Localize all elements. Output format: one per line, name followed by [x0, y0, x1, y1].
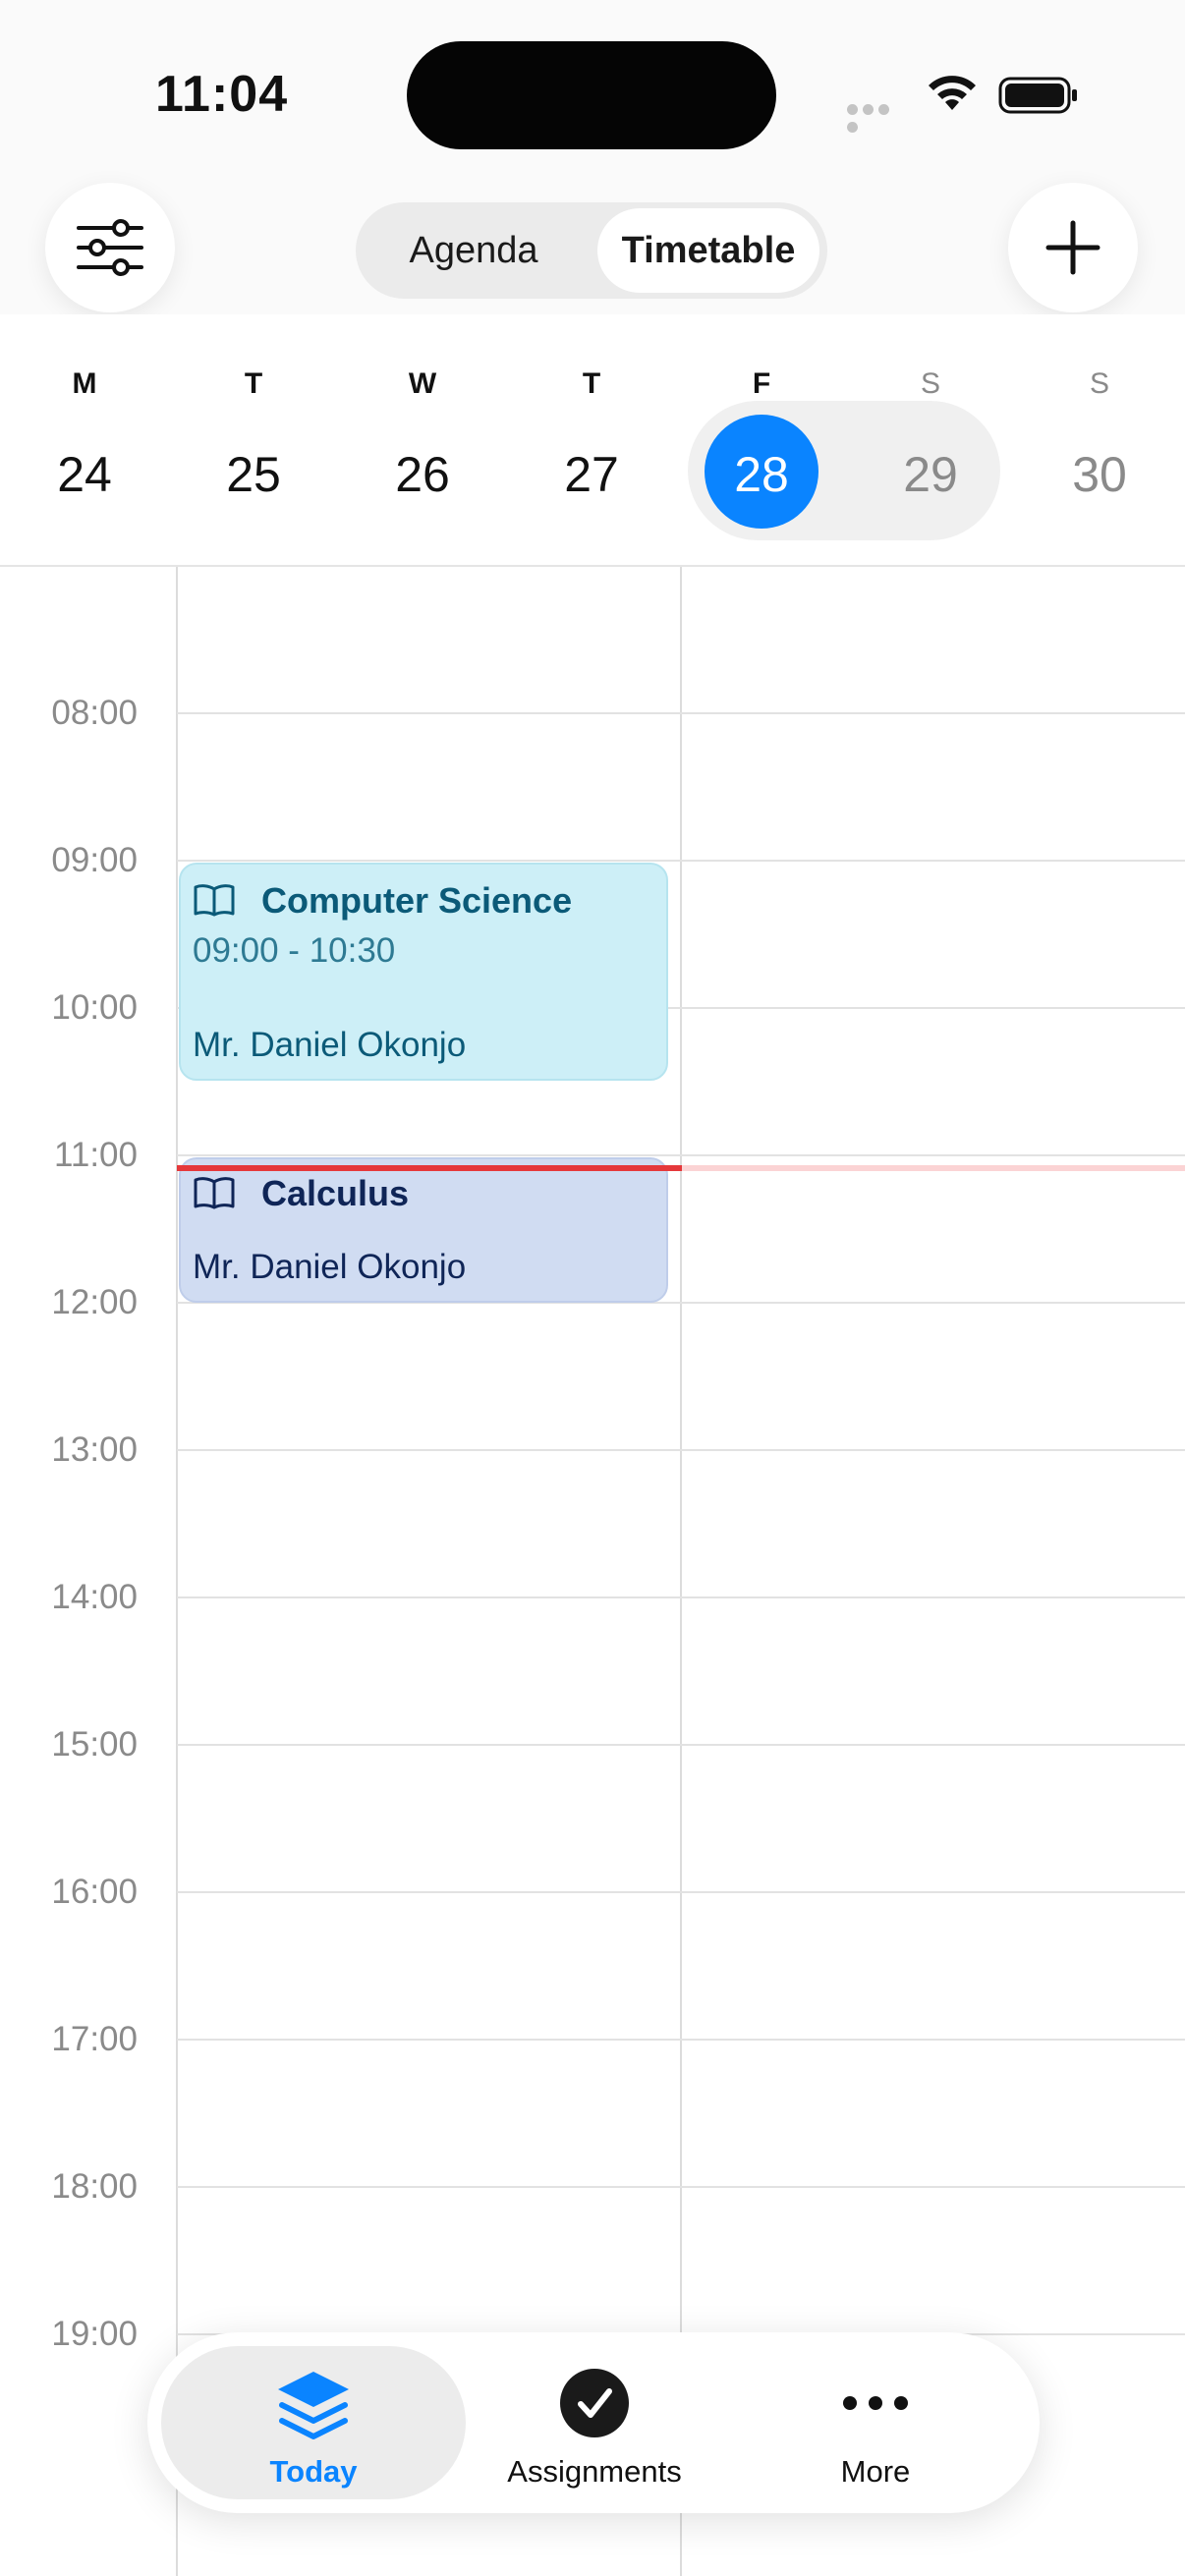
hour-label: 11:00 [54, 1136, 138, 1174]
tab-assignments[interactable]: Assignments [442, 2346, 747, 2499]
hour-label: 14:00 [51, 1578, 138, 1616]
current-time-line [177, 1165, 682, 1171]
event-computer-science[interactable]: Computer Science 09:00 - 10:30 Mr. Danie… [179, 863, 668, 1081]
tab-assignments-label: Assignments [507, 2454, 682, 2489]
event-calculus[interactable]: Calculus Mr. Daniel Okonjo [179, 1157, 668, 1303]
tab-more[interactable]: More [723, 2346, 1028, 2499]
day-letter: F [752, 367, 771, 400]
wifi-icon [929, 76, 976, 110]
tab-agenda[interactable]: Agenda [364, 208, 584, 293]
day-wednesday[interactable]: W 26 [338, 314, 507, 531]
status-time: 11:04 [155, 66, 289, 123]
book-icon [194, 884, 235, 917]
checkmark-circle-icon [560, 2369, 629, 2437]
hour-line [177, 2186, 1185, 2188]
event-time: 09:00 - 10:30 [193, 931, 396, 970]
hour-label: 10:00 [51, 988, 138, 1027]
hour-line [177, 1154, 1185, 1156]
tab-today[interactable]: Today [161, 2346, 466, 2499]
hour-label: 16:00 [51, 1873, 138, 1911]
filter-button[interactable] [45, 183, 175, 312]
hour-line [177, 1744, 1185, 1746]
add-button[interactable] [1008, 183, 1138, 312]
day-number: 29 [903, 447, 958, 502]
hour-line [177, 1449, 1185, 1451]
hour-label: 13:00 [51, 1430, 138, 1469]
book-icon [194, 1177, 235, 1209]
sliders-icon [77, 219, 143, 276]
current-time-line-extension [682, 1165, 1185, 1171]
day-letter: W [408, 367, 437, 400]
event-teacher: Mr. Daniel Okonjo [193, 1026, 467, 1064]
week-days: M 24 T 25 W 26 T 27 F 28 S 29 S 30 [0, 314, 1185, 566]
day-thursday[interactable]: T 27 [507, 314, 676, 531]
tab-more-label: More [840, 2454, 911, 2489]
day-number: 24 [57, 447, 112, 502]
event-title: Computer Science [261, 880, 573, 921]
hour-label: 15:00 [51, 1725, 138, 1764]
hour-line [177, 1596, 1185, 1598]
day-number: 26 [395, 447, 450, 502]
cellular-signal-icon [847, 102, 908, 133]
day-letter: S [920, 367, 940, 400]
stack-icon [278, 2372, 349, 2439]
battery-icon [998, 77, 1077, 114]
day-letter: M [72, 367, 97, 400]
day-number: 25 [226, 447, 281, 502]
day-tuesday[interactable]: T 25 [169, 314, 338, 531]
tab-timetable[interactable]: Timetable [597, 208, 819, 293]
event-title: Calculus [261, 1173, 410, 1213]
day-letter: T [582, 367, 601, 400]
hour-label: 12:00 [51, 1283, 138, 1321]
tab-today-label: Today [269, 2454, 358, 2489]
plus-icon [1045, 220, 1100, 275]
hour-line [177, 2039, 1185, 2041]
day-letter: T [244, 367, 263, 400]
day-sunday[interactable]: S 30 [1015, 314, 1184, 531]
dynamic-island [407, 41, 776, 149]
hour-line [177, 860, 1185, 862]
day-number: 27 [564, 447, 619, 502]
day-letter: S [1089, 367, 1109, 400]
day-saturday[interactable]: S 29 [846, 314, 1015, 531]
day-monday[interactable]: M 24 [0, 314, 169, 531]
hour-label: 09:00 [51, 841, 138, 879]
hour-label: 19:00 [51, 2315, 138, 2353]
hour-line [177, 1891, 1185, 1893]
day-column-divider [680, 567, 682, 2576]
time-axis-divider [176, 567, 178, 2576]
hour-label: 18:00 [51, 2167, 138, 2206]
more-dots-icon [843, 2396, 908, 2410]
tab-bar: Today Assignments More [147, 2332, 1040, 2513]
day-friday[interactable]: F 28 [677, 314, 846, 531]
day-number: 30 [1072, 447, 1127, 502]
view-switcher: Agenda Timetable [356, 202, 827, 299]
event-teacher: Mr. Daniel Okonjo [193, 1248, 467, 1286]
hour-label: 17:00 [51, 2020, 138, 2058]
hour-line [177, 712, 1185, 714]
day-number: 28 [734, 447, 789, 502]
hour-label: 08:00 [51, 694, 138, 732]
